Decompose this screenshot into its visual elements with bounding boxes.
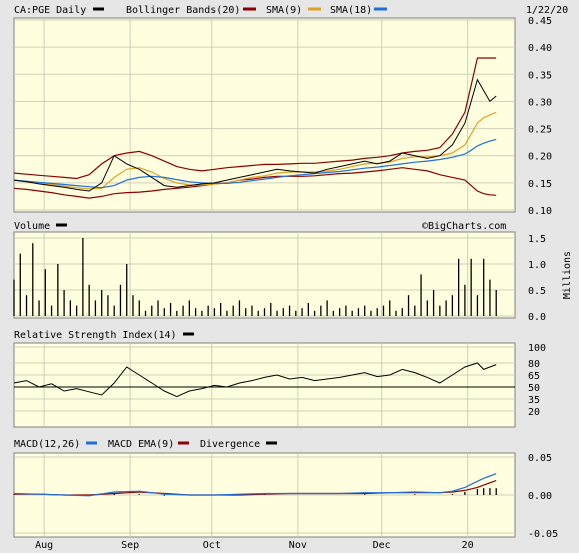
x-axis-label: Oct [203,540,221,551]
rsi-tick-label: 80 [528,359,540,370]
legend-label-sma9: SMA(9) [266,5,302,16]
price-tick-label: 0.30 [528,97,552,108]
legend-label-bollinger: Bollinger Bands(20) [126,5,240,16]
macd-ema-legend-label: MACD EMA(9) [108,439,174,450]
volume-panel: Volume ©BigCharts.com 0.0 0.5 1.0 1.5 Milli… [13,221,573,323]
rsi-tick-label: 35 [528,395,540,406]
rsi-tick-label: 50 [528,383,540,394]
volume-tick-label: 0.0 [528,312,546,323]
price-tick-label: 0.35 [528,70,552,81]
rsi-panel: Relative Strength Index(14) 2035506580 10… [13,330,546,428]
price-panel: 0.10 0.15 0.20 0.25 0.30 0.35 0.40 0.45 [13,16,552,217]
divergence-legend-label: Divergence [200,439,260,450]
chart-date: 1/22/20 [526,5,568,16]
macd-tick-label: 0.05 [528,453,552,464]
rsi-plot-area [13,342,516,428]
volume-tick-label: 1.5 [528,234,546,245]
volume-tick-label: 0.5 [528,286,546,297]
macd-tick-label: -0.05 [528,529,558,540]
price-tick-label: 0.10 [528,206,552,217]
rsi-tick-label: 20 [528,407,540,418]
x-axis-label: Aug [35,540,53,551]
price-tick-label: 0.45 [528,16,552,27]
x-axis-label: Dec [373,540,391,551]
legend-label-price: CA:PGE Daily [14,5,86,16]
x-axis-label: Nov [289,540,307,551]
volume-title: Volume [14,221,50,232]
legend-label-sma18: SMA(18) [330,5,372,16]
x-axis-label: Sep [121,540,139,551]
price-tick-label: 0.25 [528,125,552,136]
chart-canvas: CA:PGE Daily Bollinger Bands(20) SMA(9) … [0,0,579,553]
watermark: ©BigCharts.com [422,221,506,232]
rsi-tick-label: 65 [528,371,540,382]
price-tick-label: 0.15 [528,179,552,190]
x-axis-label: 20 [462,540,474,551]
price-tick-label: 0.20 [528,152,552,163]
volume-tick-label: 1.0 [528,260,546,271]
price-tick-label: 0.40 [528,43,552,54]
macd-legend-label: MACD(12,26) [14,439,80,450]
macd-tick-label: 0.00 [528,491,552,502]
stock-chart: CA:PGE Daily Bollinger Bands(20) SMA(9) … [0,0,579,553]
rsi-title: Relative Strength Index(14) [14,330,177,341]
rsi-tick-label: 100 [528,343,546,354]
macd-panel: MACD(12,26) MACD EMA(9) Divergence -0.05… [13,439,558,540]
volume-axis-label: Millions [562,251,573,299]
